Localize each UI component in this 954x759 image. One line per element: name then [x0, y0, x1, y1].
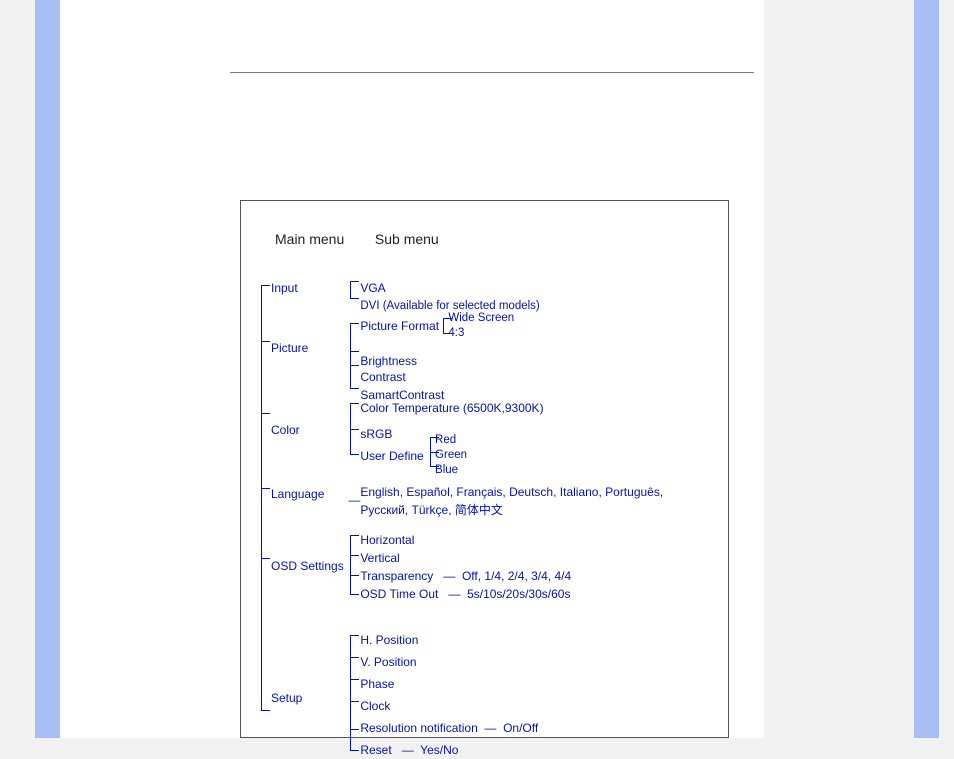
main-osd: OSD Settings [271, 559, 344, 573]
osd-vertical: Vertical [360, 549, 571, 567]
setup-clock: Clock [360, 697, 538, 715]
input-bracket [350, 281, 351, 299]
input-vga: VGA [360, 279, 539, 297]
column-headers: Main menu Sub menu [275, 231, 439, 247]
setup-phase: Phase [360, 675, 538, 693]
main-language: Language [271, 487, 324, 501]
picture-format: Picture Format [360, 319, 439, 333]
osd-timeout-values: 5s/10s/20s/30s/60s [467, 587, 570, 601]
menu-tree: Input VGA DVI (Available for selected mo… [271, 279, 718, 737]
sub-menu-header: Sub menu [375, 231, 439, 247]
main-color: Color [271, 423, 300, 437]
document-page: Main menu Sub menu Input VGA DVI (Availa… [60, 0, 764, 738]
setup-resnotif-values: On/Off [503, 721, 538, 735]
menu-panel: Main menu Sub menu Input VGA DVI (Availa… [240, 200, 729, 738]
osd-transparency: Transparency [360, 569, 433, 583]
setup-reset: Reset [360, 743, 391, 757]
picture-contrast: Contrast [360, 368, 514, 386]
userdef-bracket [430, 437, 431, 467]
main-picture: Picture [271, 341, 308, 355]
main-input: Input [271, 281, 298, 295]
color-bracket [350, 403, 351, 455]
color-userdefine: User Define [360, 449, 423, 463]
setup-bracket [350, 635, 351, 751]
picture-bracket [350, 323, 351, 389]
format-bracket [443, 318, 444, 334]
setup-resnotif: Resolution notification [360, 721, 477, 735]
osd-timeout: OSD Time Out [360, 587, 438, 601]
language-list: English, Español, Français, Deutsch, Ita… [360, 483, 670, 519]
osd-horizontal: Horizontal [360, 531, 571, 549]
setup-vpos: V. Position [360, 653, 538, 671]
horizontal-rule [230, 72, 754, 73]
main-spine [261, 285, 262, 711]
osd-bracket [350, 535, 351, 595]
setup-reset-values: Yes/No [420, 743, 458, 757]
color-temp: Color Temperature (6500K,9300K) [360, 399, 543, 417]
main-setup: Setup [271, 691, 302, 705]
main-menu-header: Main menu [275, 231, 371, 247]
setup-hpos: H. Position [360, 631, 538, 649]
osd-transparency-values: Off, 1/4, 2/4, 3/4, 4/4 [462, 569, 571, 583]
